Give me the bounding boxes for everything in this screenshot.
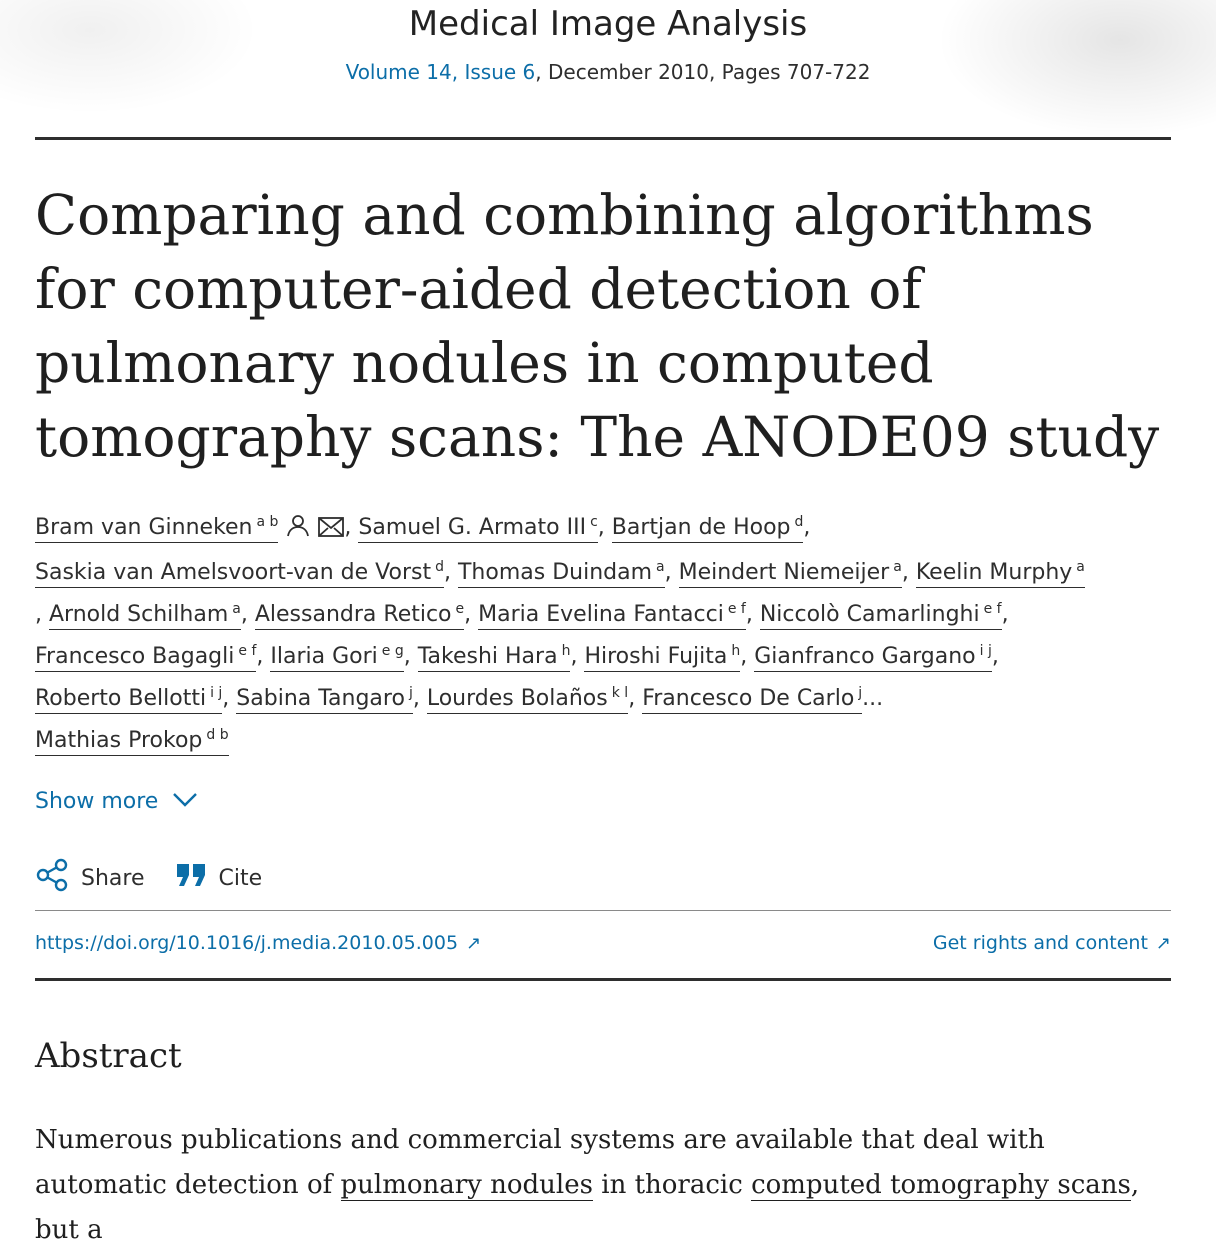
envelope-icon[interactable] [318,510,345,552]
author-ellipsis: ... [862,686,884,711]
author-link[interactable]: Ilaria Gori e g [270,642,404,672]
header-divider [35,137,1171,140]
author-name: Hiroshi Fujita [584,644,728,669]
author-link[interactable]: Lourdes Bolaños k l [426,684,629,714]
author-affiliation: e g [381,642,404,659]
author-name: Francesco Bagagli [35,644,235,669]
author-affiliation: c [590,513,598,530]
external-link-icon: ↗ [1155,933,1171,954]
author-link[interactable]: Hiroshi Fujita h [584,642,741,672]
cite-button[interactable]: Cite [175,862,263,894]
quote-icon [175,862,207,894]
author-affiliation: e f [983,600,1002,617]
author-link[interactable]: Gianfranco Gargano i j [754,644,992,672]
actions-divider [35,910,1171,911]
author-name: Francesco De Carlo [642,686,855,711]
doi-text: https://doi.org/10.1016/j.media.2010.05.… [35,932,459,954]
author-link[interactable]: Niccolò Camarlinghi e f [759,600,1002,630]
author-link[interactable]: Roberto Bellotti i j [35,684,223,714]
author-affiliation: e [455,600,465,617]
author-name: Keelin Murphy [915,560,1073,585]
share-button[interactable]: Share [35,858,145,898]
issue-details: , December 2010, Pages 707-722 [535,60,871,84]
author-link[interactable]: Samuel G. Armato III c [358,513,598,543]
author-link[interactable]: Bartjan de Hoop d [611,513,804,543]
author-name: Thomas Duindam [457,560,653,585]
abstract-link-pulmonary-nodules[interactable]: pulmonary nodules [340,1170,593,1201]
author-name: Sabina Tangaro [236,686,405,711]
author-affiliation: i j [979,642,992,659]
author-name: Bram van Ginneken [35,515,253,540]
article-title: Comparing and combining algorithms for c… [35,183,1160,469]
author-link[interactable]: Francesco Bagagli e f [35,642,257,672]
author-affiliation: d [794,513,804,530]
author-name: Arnold Schilham [49,602,229,627]
author-name: Lourdes Bolaños [426,686,608,711]
author-name: Niccolò Camarlinghi [759,602,980,627]
author-affiliation: k l [611,684,629,701]
author-link[interactable]: Arnold Schilham a [49,602,241,630]
author-name: Saskia van Amelsvoort-van de Vorst [35,560,432,585]
article-actions: Share Cite [35,858,292,898]
author-name: Samuel G. Armato III [358,515,587,540]
author-link[interactable]: Maria Evelina Fantacci e f [478,602,746,630]
author-name: Gianfranco Gargano [754,644,976,669]
author-name: Mathias Prokop [35,728,203,753]
author-affiliation: a [656,558,665,575]
author-link[interactable]: Takeshi Hara h [417,642,571,672]
author-affiliation: d [435,558,444,575]
issue-line: Volume 14, Issue 6, December 2010, Pages… [0,60,1216,84]
author-affiliation: a [1076,558,1085,575]
author-link[interactable]: Keelin Murphy a [915,558,1085,588]
author-link[interactable]: Bram van Ginneken a b [35,513,279,543]
author-link[interactable]: Sabina Tangaro j [236,686,413,714]
person-icon[interactable] [286,510,310,552]
volume-issue-link[interactable]: Volume 14, Issue 6 [346,60,536,84]
author-affiliation: e f [238,642,257,659]
author-affiliation: h [561,642,571,659]
cite-label: Cite [218,865,263,891]
show-more-button[interactable]: Show more [35,789,198,814]
abstract-link-ct-scans[interactable]: computed tomography scans [751,1170,1131,1201]
show-more-label: Show more [35,789,159,814]
author-affiliation: a [893,558,902,575]
author-name: Maria Evelina Fantacci [478,602,724,627]
abstract-text: Numerous publications and commercial sys… [35,1118,1175,1253]
author-affiliation: j [408,684,413,701]
author-link[interactable]: Meindert Niemeijer a [678,558,902,588]
author-name: Meindert Niemeijer [678,560,890,585]
author-affiliation: a [232,600,241,617]
author-name: Ilaria Gori [270,644,378,669]
author-name: Takeshi Hara [417,644,558,669]
author-link[interactable]: Saskia van Amelsvoort-van de Vorst d [35,560,444,588]
author-list: Bram van Ginneken a b, Samuel G. Armato I… [35,507,1175,762]
chevron-down-icon [172,789,198,814]
author-link[interactable]: Francesco De Carlo j [642,686,863,714]
rights-link[interactable]: Get rights and content ↗ [933,932,1171,954]
author-name: Alessandra Retico [254,602,452,627]
abstract-heading: Abstract [35,1036,182,1076]
abstract-text-part: in thoracic [592,1170,752,1200]
author-affiliation: h [731,642,741,659]
author-link[interactable]: Thomas Duindam a [457,558,665,588]
author-link[interactable]: Mathias Prokop d b [35,728,229,756]
author-affiliation: a b [256,513,279,530]
author-name: Roberto Bellotti [35,686,207,711]
share-label: Share [81,865,145,891]
doi-link[interactable]: https://doi.org/10.1016/j.media.2010.05.… [35,932,481,954]
external-link-icon: ↗ [466,933,482,954]
share-icon [35,858,69,898]
author-name: Bartjan de Hoop [611,515,791,540]
author-affiliation: i j [210,684,223,701]
doi-divider [35,978,1171,981]
journal-title[interactable]: Medical Image Analysis [0,4,1216,44]
author-affiliation: d b [206,726,229,743]
author-link[interactable]: Alessandra Retico e [254,600,465,630]
rights-text: Get rights and content [932,932,1148,954]
author-affiliation: e f [727,600,746,617]
